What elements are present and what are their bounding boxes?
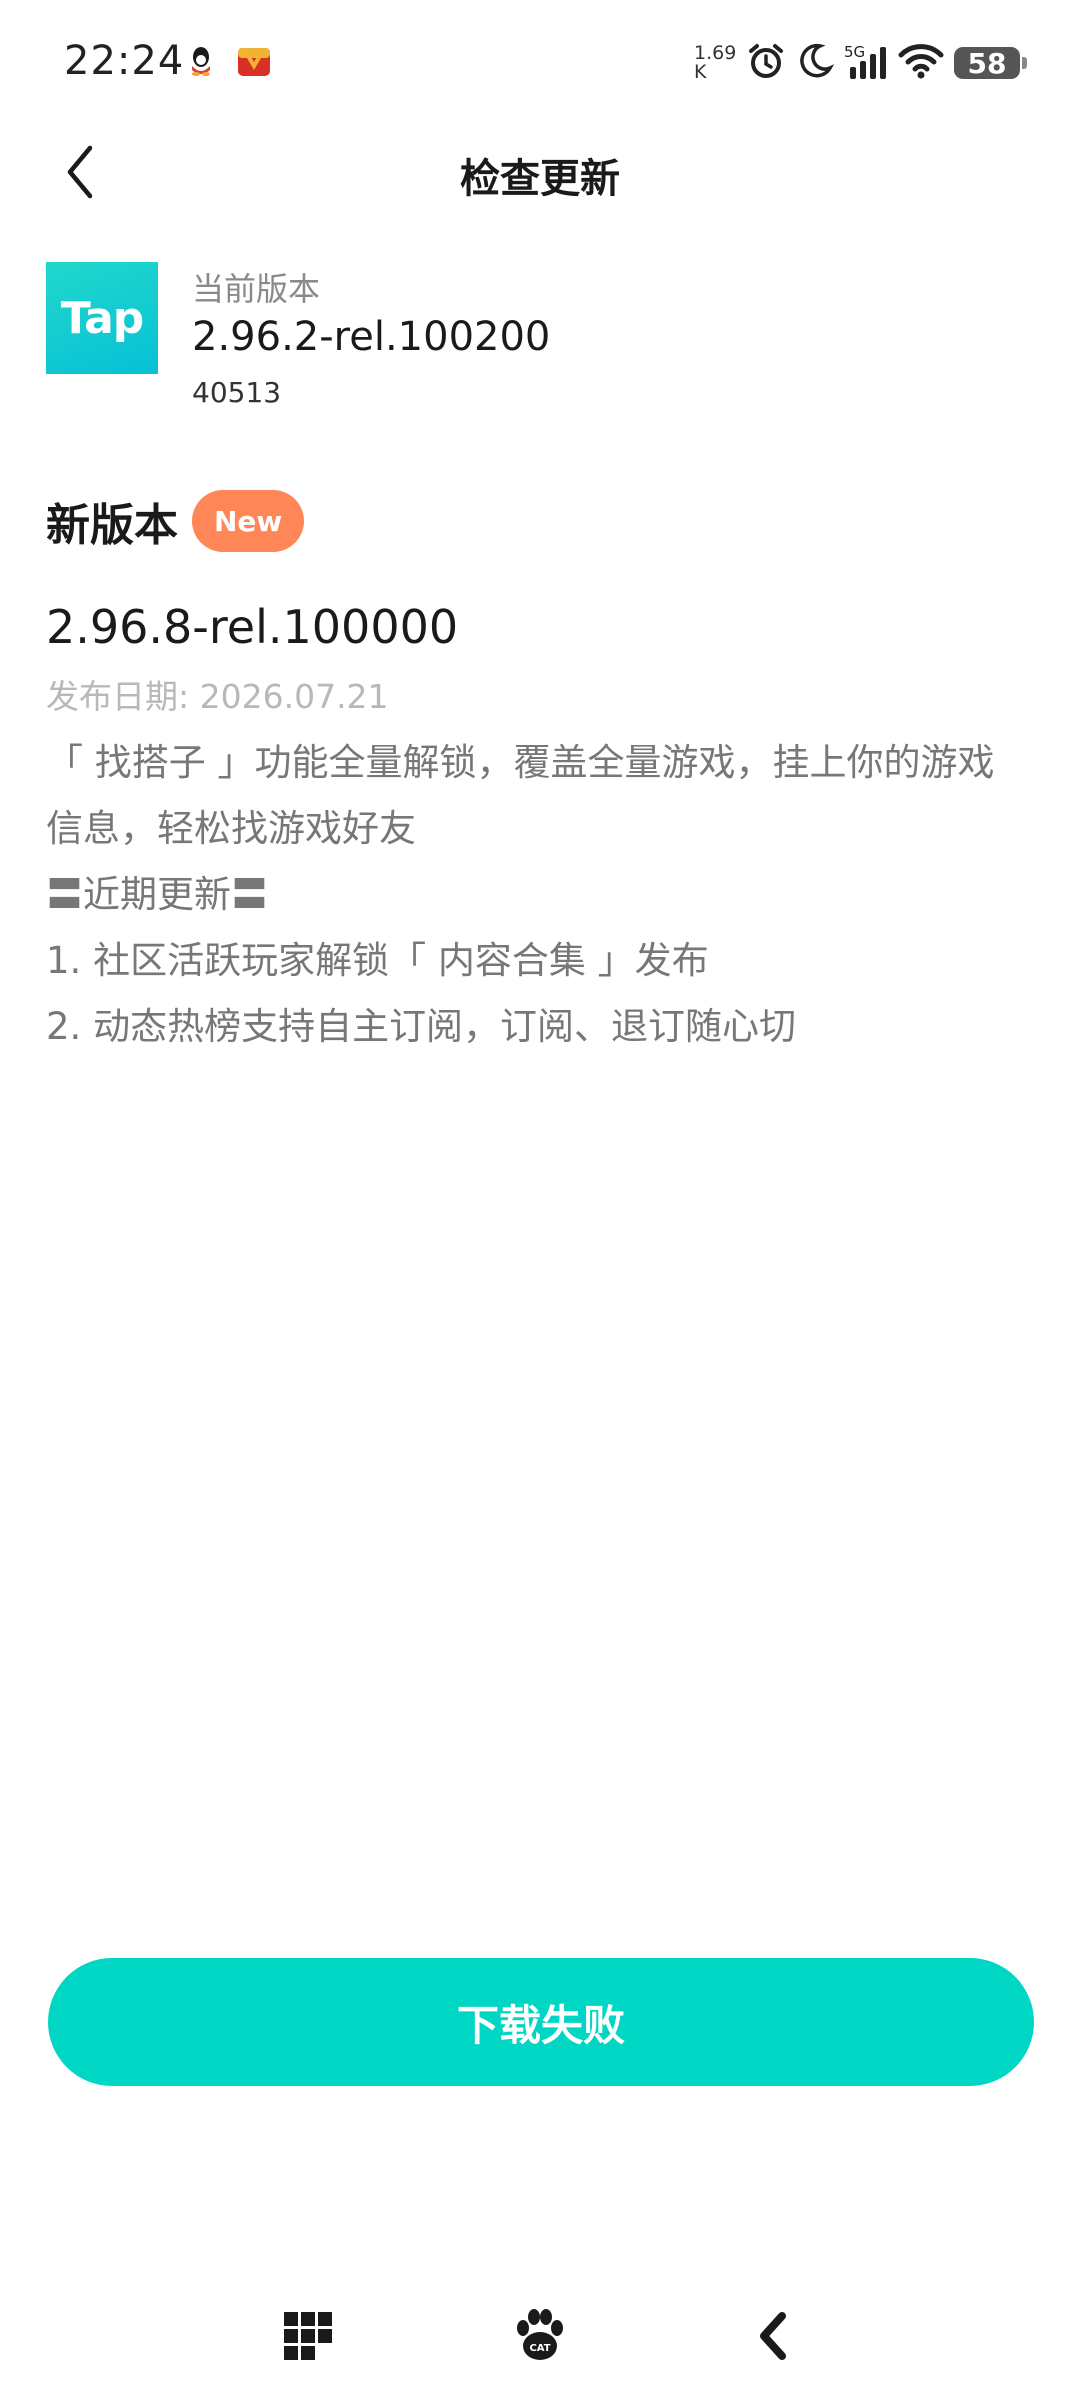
menu-button[interactable] [272, 2300, 344, 2372]
current-version-label: 当前版本 [192, 270, 321, 308]
home-button[interactable]: CAT [504, 2300, 576, 2372]
paw-icon: CAT [517, 2309, 563, 2360]
current-build-number: 40513 [192, 376, 282, 409]
gift-icon [236, 44, 272, 82]
release-notes: 「 找搭子 」功能全量解锁，覆盖全量游戏，挂上你的游戏 信息，轻松找游戏好友 〓… [46, 730, 1036, 1060]
download-button[interactable]: 下载失败 [48, 1958, 1034, 2086]
new-version-header: 新版本 New [46, 488, 305, 554]
release-note-line: 「 找搭子 」功能全量解锁，覆盖全量游戏，挂上你的游戏 [46, 741, 995, 784]
alarm-icon [746, 41, 786, 85]
release-date: 发布日期: 2026.07.21 [46, 677, 389, 716]
new-version-number: 2.96.8-rel.100000 [46, 600, 459, 654]
release-note-line: 2. 动态热榜支持自主订阅，订阅、退订随心切 [46, 1005, 797, 1048]
cat-label: CAT [529, 2343, 550, 2354]
page-title: 检查更新 [460, 156, 620, 202]
new-badge: New [192, 490, 305, 552]
battery-icon: 58 [954, 47, 1027, 80]
current-version-number: 2.96.2-rel.100200 [192, 314, 551, 360]
release-note-line: 信息，轻松找游戏好友 [46, 807, 416, 850]
moon-icon [796, 42, 835, 84]
current-version-section: Tap 当前版本 2.96.2-rel.100200 40513 [46, 262, 1036, 412]
system-nav-bar: CAT [0, 2290, 1080, 2380]
wifi-icon [898, 43, 944, 83]
network-speed: 1.69 K [694, 42, 737, 83]
grid-icon [284, 2312, 332, 2360]
new-version-title: 新版本 [46, 500, 178, 551]
chevron-left-icon [760, 2312, 786, 2360]
release-note-line: 〓近期更新〓 [46, 873, 268, 916]
status-time: 22:24 [64, 38, 185, 84]
release-note-line: 1. 社区活跃玩家解锁「 内容合集 」发布 [46, 939, 709, 982]
signal-icon: 5G [844, 43, 888, 83]
download-button-label: 下载失败 [456, 2000, 625, 2050]
qq-icon [186, 44, 216, 82]
status-indicators: 1.69 K 5G 58 [694, 40, 1027, 86]
system-back-button[interactable] [736, 2300, 808, 2372]
status-bar: 22:24 1.69 K 5G 58 [0, 0, 1080, 120]
app-header: 检查更新 [0, 120, 1080, 224]
app-logo: Tap [46, 262, 158, 374]
